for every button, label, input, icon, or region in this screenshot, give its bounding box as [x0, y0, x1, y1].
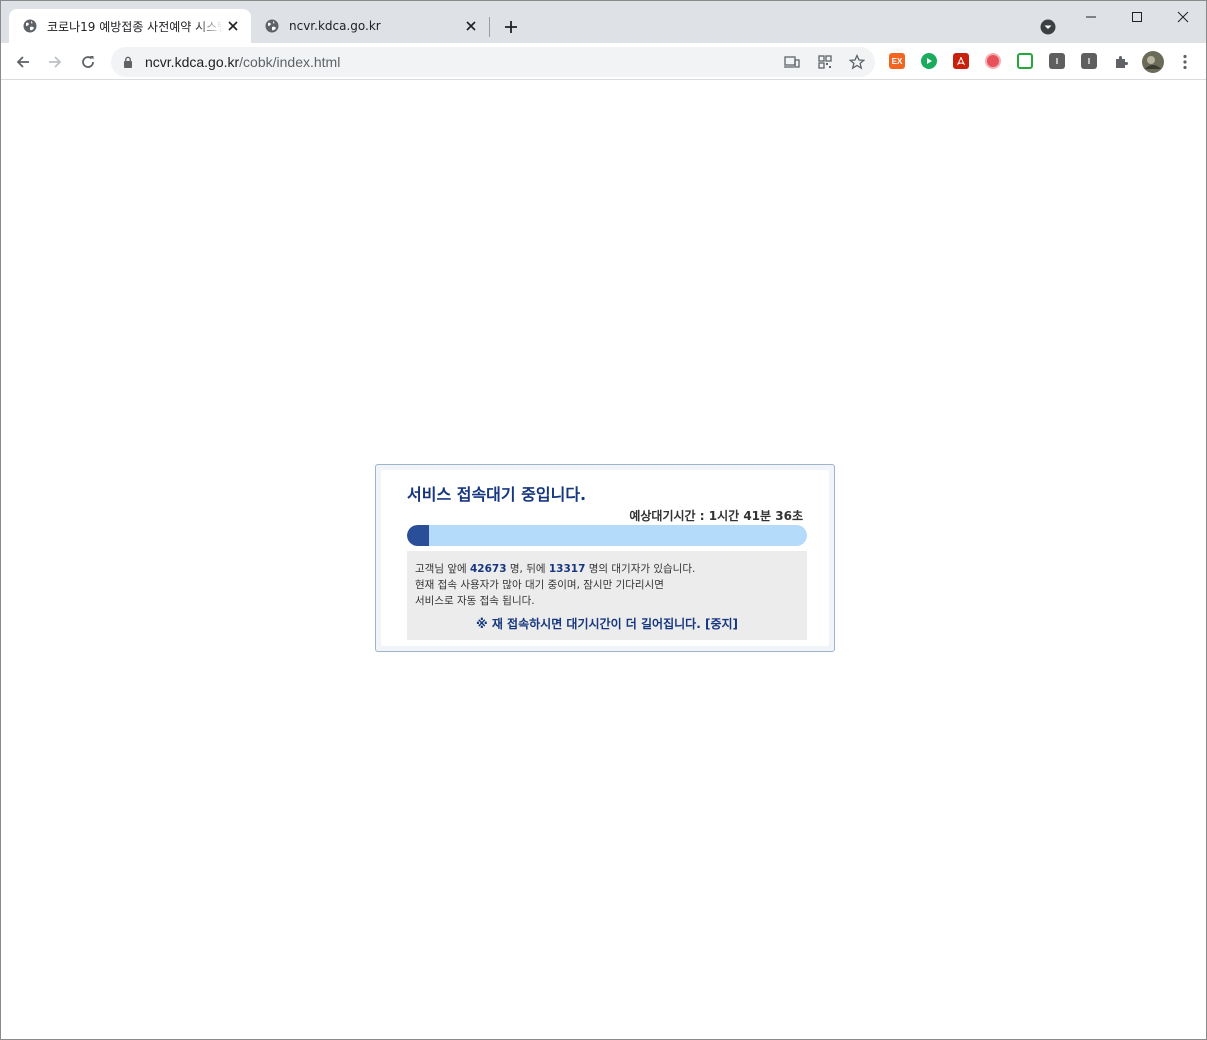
tab-strip: 코로나19 예방접종 사전예약 시스템 ncvr.kdca.go.kr: [1, 1, 1206, 43]
browser-window: 코로나19 예방접종 사전예약 시스템 ncvr.kdca.go.kr ncvr…: [0, 0, 1207, 1040]
tab-inactive[interactable]: ncvr.kdca.go.kr: [251, 9, 489, 43]
waiting-progress-bar: [407, 525, 807, 546]
extensions-puzzle-icon[interactable]: [1108, 49, 1134, 75]
tab-title: ncvr.kdca.go.kr: [289, 19, 381, 33]
behind-count: 13317: [548, 563, 586, 575]
globe-icon: [22, 18, 38, 34]
tab-search-icon[interactable]: [1039, 18, 1057, 36]
ext-i2-icon[interactable]: I: [1081, 53, 1097, 69]
window-close-icon[interactable]: [1160, 1, 1206, 33]
address-bar[interactable]: ncvr.kdca.go.kr/cobk/index.html: [111, 47, 875, 77]
close-icon[interactable]: [223, 16, 243, 36]
page-content: 서비스 접속대기 중입니다. 예상대기시간 : 1시간 41분 36초 고객님 …: [1, 81, 1206, 1039]
bookmark-star-icon[interactable]: [848, 53, 866, 71]
info-line1-mid: 명, 뒤에: [506, 563, 549, 575]
profile-avatar[interactable]: [1140, 49, 1166, 75]
info-line1-suffix: 명의 대기자가 있습니다.: [585, 563, 696, 575]
ext-i-icon[interactable]: I: [1049, 53, 1065, 69]
tab-active[interactable]: 코로나19 예방접종 사전예약 시스템: [9, 9, 251, 43]
reload-button[interactable]: [75, 49, 101, 75]
reconnect-warning[interactable]: ※ 재 접속하시면 대기시간이 더 길어집니다. [중지]: [415, 616, 799, 632]
close-icon[interactable]: [461, 16, 481, 36]
lock-icon[interactable]: [123, 56, 135, 68]
back-button[interactable]: [10, 49, 36, 75]
tab-title: 코로나19 예방접종 사전예약 시스템: [47, 19, 223, 34]
waiting-progress-fill: [407, 525, 429, 546]
browser-toolbar: ncvr.kdca.go.kr/cobk/index.html EX I I: [1, 43, 1206, 80]
play-extension-icon[interactable]: [921, 53, 937, 69]
maximize-icon[interactable]: [1114, 1, 1160, 33]
waiting-info-panel: 고객님 앞에 42673 명, 뒤에 13317 명의 대기자가 있습니다. 현…: [407, 551, 807, 640]
qr-code-icon[interactable]: [816, 53, 834, 71]
ahead-count: 42673: [469, 563, 507, 575]
tv-extension-icon[interactable]: [1017, 53, 1033, 69]
tab-separator: [489, 17, 490, 37]
estimated-wait-time: 예상대기시간 : 1시간 41분 36초: [629, 509, 803, 523]
url-text[interactable]: ncvr.kdca.go.kr/cobk/index.html: [145, 54, 340, 70]
forward-button[interactable]: [42, 49, 68, 75]
waiting-dialog: 서비스 접속대기 중입니다. 예상대기시간 : 1시간 41분 36초 고객님 …: [375, 464, 835, 652]
menu-dots-icon[interactable]: [1172, 49, 1198, 75]
info-line1-prefix: 고객님 앞에: [415, 563, 470, 575]
record-extension-icon[interactable]: [985, 53, 1001, 69]
waiting-title: 서비스 접속대기 중입니다.: [407, 485, 587, 504]
info-line2: 현재 접속 사용자가 많아 대기 중이며, 잠시만 기다리시면: [415, 579, 664, 591]
url-host: ncvr.kdca.go.kr: [145, 54, 240, 70]
pdf-extension-icon[interactable]: [953, 53, 969, 69]
info-line3: 서비스로 자동 접속 됩니다.: [415, 595, 535, 607]
cast-devices-icon[interactable]: [783, 53, 801, 71]
waiting-dialog-inner: 서비스 접속대기 중입니다. 예상대기시간 : 1시간 41분 36초 고객님 …: [381, 470, 829, 646]
minimize-icon[interactable]: [1068, 1, 1114, 33]
globe-icon: [264, 18, 280, 34]
new-tab-button[interactable]: [499, 15, 523, 39]
url-path: /cobk/index.html: [239, 54, 341, 70]
ex-extension-icon[interactable]: EX: [889, 53, 905, 69]
